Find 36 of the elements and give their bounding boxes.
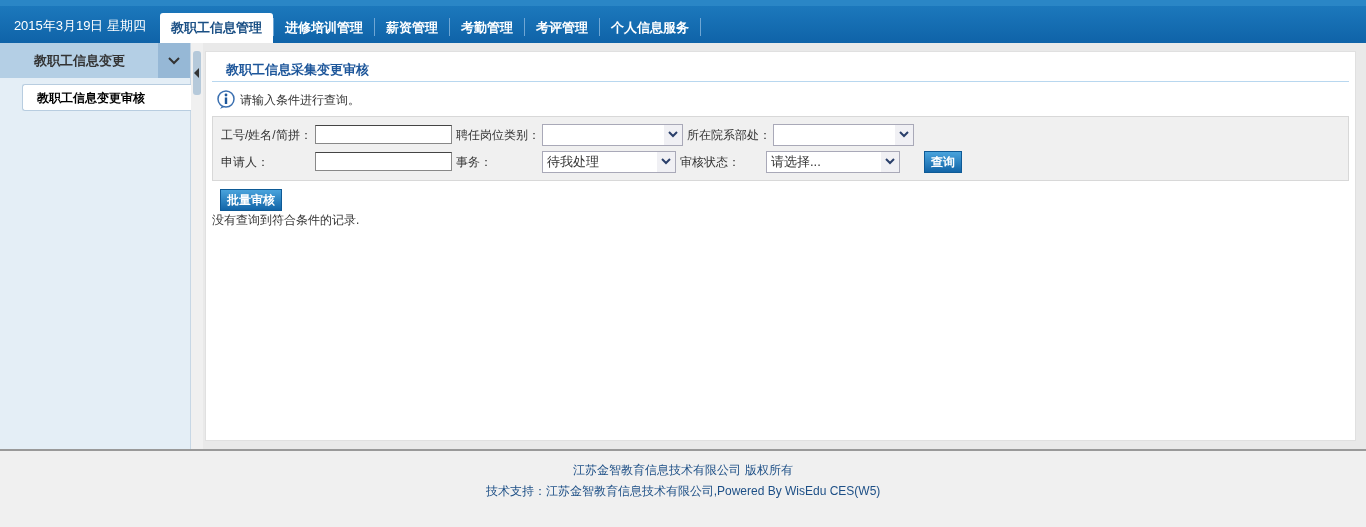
dropdown-field[interactable]: 请选择... — [766, 150, 900, 173]
chevron-icon[interactable] — [158, 43, 190, 78]
sidebar-group-header[interactable]: 教职工信息变更 — [0, 43, 190, 78]
dropdown-field[interactable]: 待我处理 — [542, 150, 676, 173]
nav-tab[interactable]: 进修培训管理 — [274, 12, 374, 43]
caret-icon — [899, 131, 909, 138]
field-label: 审核状态： — [680, 153, 741, 171]
sidebar-item[interactable]: 教职工信息变更审核 — [22, 84, 191, 111]
field-label: 所在院系部处： — [687, 126, 772, 144]
copyright-text: 江苏金智教育信息技术有限公司 版权所有 — [572, 462, 794, 479]
field-label: 事务： — [456, 153, 493, 171]
support-text: 技术支持：江苏金智教育信息技术有限公司,Powered By WisEdu CES(W5) — [484, 483, 882, 500]
text-input[interactable] — [315, 125, 452, 144]
field-label: 聘任岗位类别： — [456, 126, 541, 144]
collapse-handle[interactable] — [193, 51, 201, 95]
nav-tab[interactable]: 考评管理 — [525, 12, 599, 43]
info-icon — [216, 89, 236, 110]
empty-message: 没有查询到符合条件的记录. — [212, 211, 361, 229]
field-label: 申请人： — [221, 153, 270, 171]
caret-icon — [885, 158, 895, 165]
nav-tab[interactable]: 薪资管理 — [375, 12, 449, 43]
nav-tab[interactable]: 个人信息服务 — [600, 12, 700, 43]
dropdown-field[interactable] — [773, 123, 914, 146]
caret-icon — [661, 158, 671, 165]
panel-title: 教职工信息采集变更审核 — [212, 60, 1349, 82]
field-label: 工号/姓名/简拼： — [221, 126, 313, 144]
hint-text: 请输入条件进行查询。 — [240, 91, 360, 109]
nav-tab[interactable]: 考勤管理 — [450, 12, 524, 43]
batch-review-button[interactable]: 批量审核 — [220, 188, 282, 211]
sidebar-group-label: 教职工信息变更 — [32, 51, 126, 70]
caret-icon — [668, 131, 678, 138]
search-button[interactable]: 查询 — [924, 150, 962, 173]
dropdown-field[interactable] — [542, 123, 683, 146]
nav-tab[interactable]: 教职工信息管理 — [160, 12, 273, 43]
date-text: 2015年3月19日 星期四 — [12, 16, 148, 35]
text-input[interactable] — [315, 152, 452, 171]
